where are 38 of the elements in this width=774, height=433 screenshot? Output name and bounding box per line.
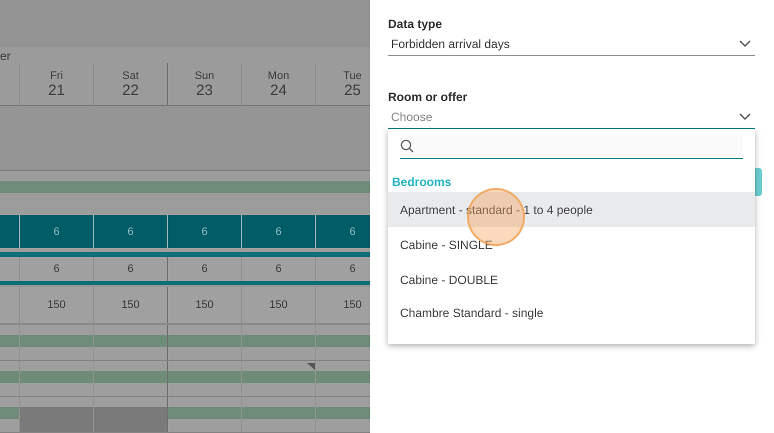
- search-field[interactable]: [400, 135, 743, 159]
- weekday-label: Tue: [343, 70, 362, 82]
- field-label: Room or offer: [388, 90, 468, 104]
- table-cell: 6: [53, 226, 60, 238]
- day-number: 22: [122, 82, 139, 99]
- data-type-select[interactable]: Forbidden arrival days: [388, 31, 755, 56]
- table-cell: 6: [275, 263, 282, 275]
- table-cell: 150: [269, 299, 288, 311]
- chevron-down-icon: [739, 40, 751, 48]
- table-cell: 6: [127, 226, 134, 238]
- table-cell: 6: [349, 263, 356, 275]
- weekday-label: Mon: [268, 70, 290, 82]
- day-number: 21: [48, 82, 65, 99]
- dropdown-option[interactable]: Chambre Standard - single: [388, 297, 755, 329]
- table-cell: 6: [201, 226, 208, 238]
- table-cell: 6: [201, 263, 208, 275]
- day-number: 25: [344, 82, 361, 99]
- dropdown-option[interactable]: Apartment - standard - 1 to 4 people: [388, 192, 755, 227]
- chevron-down-icon: [739, 113, 751, 121]
- table-cell: 6: [127, 263, 134, 275]
- day-number: 24: [270, 82, 287, 99]
- weekday-label: Fri: [50, 70, 63, 82]
- table-cell: 6: [53, 263, 60, 275]
- table-cell: 150: [47, 299, 66, 311]
- group-heading: Bedrooms: [391, 174, 452, 191]
- table-cell: 6: [275, 226, 282, 238]
- table-cell: 150: [195, 299, 214, 311]
- field-label: Data type: [388, 17, 444, 31]
- dropdown-option[interactable]: Cabine - SINGLE: [388, 227, 755, 262]
- weekday-label: Sat: [122, 70, 139, 82]
- month-label: er: [0, 49, 11, 63]
- day-number: 23: [196, 82, 213, 99]
- search-icon: [400, 139, 414, 153]
- dropdown-option[interactable]: Cabine - DOUBLE: [388, 262, 755, 297]
- table-cell: 6: [349, 226, 356, 238]
- table-cell: 150: [343, 299, 362, 311]
- table-cell: 150: [121, 299, 140, 311]
- weekday-label: Sun: [194, 70, 214, 82]
